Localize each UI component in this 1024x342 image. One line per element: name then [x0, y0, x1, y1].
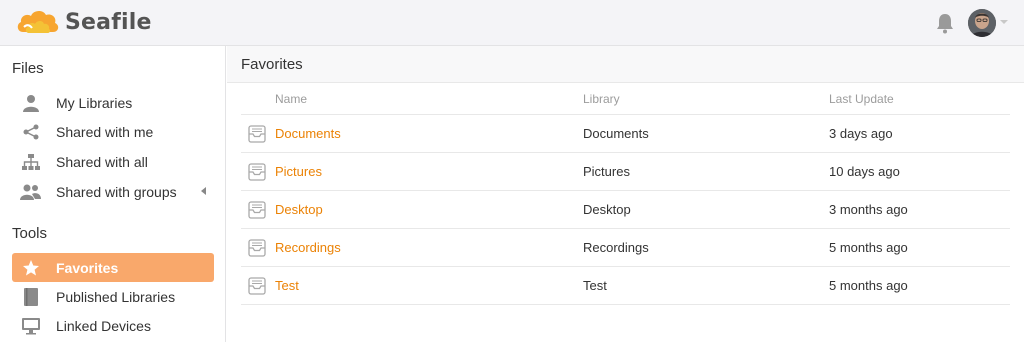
files-heading: Files	[12, 60, 44, 77]
sidebar-item-label: Published Libraries	[56, 288, 176, 305]
library-name: Pictures	[583, 164, 630, 179]
page-title: Favorites	[241, 56, 303, 73]
sidebar-item-label: Shared with me	[56, 123, 154, 140]
sidebar-item-shared-with-groups[interactable]: Shared with groups	[12, 177, 214, 206]
last-update: 3 months ago	[829, 202, 908, 217]
favorite-name-link[interactable]: Test	[275, 278, 299, 293]
table-row[interactable]: Documents Documents 3 days ago	[241, 115, 1010, 153]
table-row[interactable]: Pictures Pictures 10 days ago	[241, 153, 1010, 191]
book-icon	[20, 286, 42, 308]
last-update: 3 days ago	[829, 126, 893, 141]
sidebar-item-shared-with-me[interactable]: Shared with me	[12, 117, 214, 146]
table-header: Name Library Last Update	[241, 83, 1010, 115]
monitor-icon	[20, 315, 42, 337]
bell-icon[interactable]	[935, 12, 955, 34]
library-icon	[248, 239, 266, 257]
last-update: 10 days ago	[829, 164, 900, 179]
favorite-name-link[interactable]: Pictures	[275, 164, 322, 179]
main-panel: Favorites Name Library Last Update Docum…	[227, 46, 1024, 342]
title-bar: Favorites	[227, 46, 1024, 83]
library-icon	[248, 125, 266, 143]
library-name: Desktop	[583, 202, 631, 217]
sidebar: Files My Libraries Shared with me Shared…	[0, 46, 226, 342]
cloud-logo-icon	[17, 10, 59, 33]
sidebar-item-label: Shared with groups	[56, 183, 177, 200]
top-header: Seafile	[0, 0, 1024, 46]
chevron-down-icon[interactable]	[1000, 20, 1008, 24]
user-avatar[interactable]	[968, 9, 996, 37]
seafile-logo[interactable]: Seafile	[15, 6, 152, 38]
favorite-name-link[interactable]: Desktop	[275, 202, 323, 217]
last-update: 5 months ago	[829, 278, 908, 293]
library-name: Recordings	[583, 240, 649, 255]
sidebar-item-published-libraries[interactable]: Published Libraries	[12, 282, 214, 311]
share-icon	[20, 121, 42, 143]
user-icon	[20, 92, 42, 114]
sidebar-item-shared-with-all[interactable]: Shared with all	[12, 147, 214, 176]
table-row[interactable]: Recordings Recordings 5 months ago	[241, 229, 1010, 267]
sidebar-item-linked-devices[interactable]: Linked Devices	[12, 311, 214, 340]
sidebar-item-label: My Libraries	[56, 94, 133, 111]
sidebar-item-label: Shared with all	[56, 153, 148, 170]
sidebar-item-favorites[interactable]: Favorites	[12, 253, 214, 282]
favorite-name-link[interactable]: Documents	[275, 126, 341, 141]
column-header-library[interactable]: Library	[583, 92, 620, 106]
last-update: 5 months ago	[829, 240, 908, 255]
column-header-last-update[interactable]: Last Update	[829, 92, 894, 106]
favorite-name-link[interactable]: Recordings	[275, 240, 341, 255]
library-name: Documents	[583, 126, 649, 141]
library-icon	[248, 163, 266, 181]
tools-heading: Tools	[12, 225, 48, 242]
star-icon	[20, 257, 42, 279]
sidebar-item-label: Favorites	[56, 259, 119, 276]
library-icon	[248, 201, 266, 219]
app-name: Seafile	[65, 9, 152, 35]
org-tree-icon	[20, 151, 42, 173]
library-icon	[248, 277, 266, 295]
group-icon	[20, 181, 42, 203]
library-name: Test	[583, 278, 607, 293]
column-header-name[interactable]: Name	[275, 92, 307, 106]
favorites-table: Name Library Last Update Documents Docum…	[241, 83, 1010, 305]
chevron-left-icon[interactable]	[201, 187, 206, 195]
sidebar-item-label: Linked Devices	[56, 317, 151, 334]
table-row[interactable]: Desktop Desktop 3 months ago	[241, 191, 1010, 229]
sidebar-item-my-libraries[interactable]: My Libraries	[12, 88, 214, 117]
table-row[interactable]: Test Test 5 months ago	[241, 267, 1010, 305]
avatar-image	[968, 9, 996, 37]
